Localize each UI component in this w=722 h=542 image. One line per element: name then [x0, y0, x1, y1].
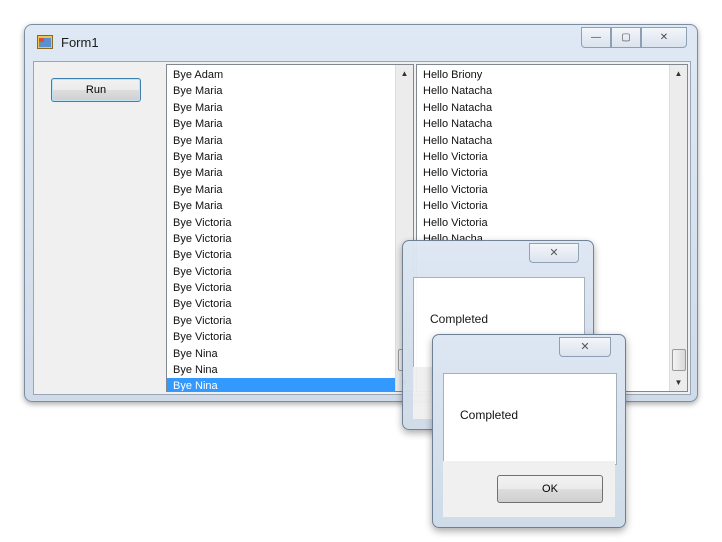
list-item[interactable]: Bye Victoria — [167, 313, 395, 329]
list-item[interactable]: Hello Briony — [417, 67, 669, 83]
list-item[interactable]: Bye Maria — [167, 133, 395, 149]
list-item[interactable]: Bye Maria — [167, 149, 395, 165]
list-item[interactable]: Hello Natacha — [417, 83, 669, 99]
list-item[interactable]: Bye Maria — [167, 198, 395, 214]
scroll-up-arrow-icon[interactable]: ▲ — [670, 65, 687, 82]
run-button[interactable]: Run — [51, 78, 141, 102]
scroll-down-arrow-icon[interactable]: ▼ — [670, 374, 687, 391]
list-item[interactable]: Bye Nina — [167, 346, 395, 362]
list-item[interactable]: Hello Victoria — [417, 198, 669, 214]
list-item[interactable]: Bye Maria — [167, 165, 395, 181]
list-item[interactable]: Bye Victoria — [167, 231, 395, 247]
list-item[interactable]: Bye Nina — [167, 362, 395, 378]
list-item[interactable]: Bye Nina — [167, 378, 395, 391]
list-item[interactable]: Hello Natacha — [417, 116, 669, 132]
window-title: Form1 — [61, 35, 99, 50]
list-item[interactable]: Bye Victoria — [167, 296, 395, 312]
dialog-body: Completed — [443, 373, 617, 465]
dialog-message: Completed — [460, 408, 519, 422]
list-item[interactable]: Bye Victoria — [167, 247, 395, 263]
list-item[interactable]: Bye Victoria — [167, 329, 395, 345]
list-item[interactable]: Hello Victoria — [417, 165, 669, 181]
dialog-footer: OK — [443, 461, 615, 517]
dialog-close-button[interactable]: ✕ — [559, 337, 611, 357]
list-item[interactable]: Hello Victoria — [417, 215, 669, 231]
dialog-message: Completed — [430, 312, 489, 326]
hello-list-scrollbar[interactable]: ▲ ▼ — [669, 65, 687, 391]
list-item[interactable]: Hello Victoria — [417, 149, 669, 165]
list-item[interactable]: Bye Victoria — [167, 280, 395, 296]
list-item[interactable]: Hello Victoria — [417, 182, 669, 198]
dialog-close-button[interactable]: ✕ — [529, 243, 579, 263]
minimize-button[interactable]: — — [581, 27, 611, 48]
list-item[interactable]: Bye Maria — [167, 182, 395, 198]
list-item[interactable]: Bye Victoria — [167, 215, 395, 231]
list-item[interactable]: Bye Maria — [167, 83, 395, 99]
close-button[interactable]: ✕ — [641, 27, 687, 48]
maximize-button[interactable]: ▢ — [611, 27, 641, 48]
list-item[interactable]: Hello Natacha — [417, 100, 669, 116]
caption-buttons: — ▢ ✕ — [581, 27, 687, 48]
list-item[interactable]: Hello Natacha — [417, 133, 669, 149]
scroll-thumb[interactable] — [672, 349, 686, 371]
hello-list-items: Hello Briony Hello Natacha Hello Natacha He… — [417, 67, 669, 247]
bye-listbox[interactable]: Bye Adam Bye Maria Bye Maria Bye Maria Bye M… — [166, 64, 414, 392]
app-icon — [37, 35, 53, 49]
ok-button[interactable]: OK — [497, 475, 603, 503]
list-item[interactable]: Bye Maria — [167, 100, 395, 116]
list-item[interactable]: Bye Maria — [167, 116, 395, 132]
bye-list-items: Bye Adam Bye Maria Bye Maria Bye Maria Bye M… — [167, 67, 395, 391]
list-item[interactable]: Bye Adam — [167, 67, 395, 83]
title-bar[interactable]: Form1 — ▢ ✕ — [25, 25, 697, 59]
scroll-up-arrow-icon[interactable]: ▲ — [396, 65, 413, 82]
completed-dialog-front: ✕ Completed OK — [432, 334, 626, 528]
list-item[interactable]: Bye Victoria — [167, 264, 395, 280]
